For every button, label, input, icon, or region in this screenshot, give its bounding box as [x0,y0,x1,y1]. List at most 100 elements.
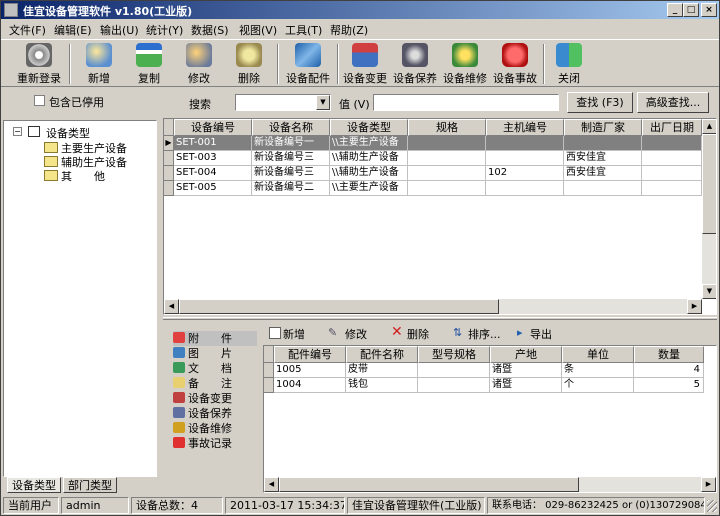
table-cell[interactable] [418,378,490,393]
table-cell[interactable]: 1005 [274,363,346,378]
table-cell[interactable]: 1004 [274,378,346,393]
search-field-select[interactable]: ▼ [235,94,331,111]
column-header[interactable]: 出厂日期 [642,119,702,136]
menu-stats[interactable]: 统计(Y) [146,22,183,38]
column-header[interactable]: 设备名称 [252,119,330,136]
table-cell[interactable]: 钱包 [346,378,418,393]
close-window-button[interactable]: × [701,3,717,17]
menu-tools[interactable]: 工具(T) [285,22,322,38]
scroll-down-icon[interactable]: ▼ [702,284,716,299]
column-header[interactable]: 配件名称 [346,346,418,363]
scroll-right-icon[interactable]: ▶ [701,477,716,492]
tab-department-type[interactable]: 部门类型 [63,477,117,493]
parts-edit-button[interactable]: 修改 [345,326,367,342]
list-item-accident[interactable]: 事故记录 [173,436,232,451]
close-button[interactable]: 关闭 [543,42,595,86]
column-header[interactable]: 设备编号 [174,119,252,136]
maintain-button[interactable]: 设备保养 [389,42,441,86]
horizontal-scrollbar[interactable]: ◀ ▶ [164,299,702,314]
table-cell[interactable] [408,166,486,181]
maximize-button[interactable]: □ [683,3,699,17]
table-cell[interactable] [642,166,702,181]
table-cell[interactable]: SET-003 [174,151,252,166]
table-cell[interactable]: 5 [634,378,704,393]
table-cell[interactable]: 诸暨 [490,363,562,378]
accident-button[interactable]: 设备事故 [489,42,541,86]
scroll-thumb[interactable] [702,134,716,234]
resize-grip-icon[interactable] [707,500,717,512]
table-cell[interactable]: \\辅助生产设备 [330,151,408,166]
parts-button[interactable]: 设备配件 [281,42,335,86]
menu-output[interactable]: 输出(U) [100,22,139,38]
table-cell[interactable]: 个 [562,378,634,393]
column-header[interactable]: 产地 [490,346,562,363]
tree-collapse-toggle[interactable]: − [13,127,22,136]
parts-export-button[interactable]: 导出 [530,326,552,342]
column-header[interactable]: 型号规格 [418,346,490,363]
menu-edit[interactable]: 编辑(E) [54,22,92,38]
table-cell[interactable]: SET-001 [174,136,252,151]
menu-data[interactable]: 数据(S) [191,22,229,38]
table-cell[interactable] [642,181,702,196]
table-cell[interactable]: \\主要生产设备 [330,181,408,196]
parts-delete-button[interactable]: 删除 [407,326,429,342]
table-cell[interactable] [408,151,486,166]
column-header[interactable]: 配件编号 [274,346,346,363]
table-cell[interactable] [418,363,490,378]
table-cell[interactable] [408,181,486,196]
column-header[interactable]: 规格 [408,119,486,136]
menu-help[interactable]: 帮助(Z) [330,22,368,38]
minimize-button[interactable]: _ [667,3,683,17]
table-cell[interactable] [564,136,642,151]
table-cell[interactable]: SET-005 [174,181,252,196]
column-header[interactable]: 主机编号 [486,119,564,136]
parts-add-button[interactable]: 新增 [283,326,305,342]
vertical-scrollbar[interactable]: ▲ ▼ [702,119,716,299]
table-cell[interactable]: 新设备编号二 [252,181,330,196]
scroll-left-icon[interactable]: ◀ [164,299,179,314]
list-item-document[interactable]: 文 档 [173,361,232,376]
table-cell[interactable] [642,151,702,166]
tree-item-other[interactable]: 其 他 [44,168,105,184]
scroll-up-icon[interactable]: ▲ [702,119,716,134]
scroll-left-icon[interactable]: ◀ [264,477,279,492]
menu-view[interactable]: 视图(V) [239,22,277,38]
table-cell[interactable] [486,151,564,166]
table-cell[interactable]: 102 [486,166,564,181]
list-item-picture[interactable]: 图 片 [173,346,232,361]
scroll-thumb[interactable] [279,477,579,492]
list-item-change[interactable]: 设备变更 [173,391,232,406]
table-cell[interactable]: \\主要生产设备 [330,136,408,151]
column-header[interactable]: 单位 [562,346,634,363]
scroll-right-icon[interactable]: ▶ [687,299,702,314]
search-value-input[interactable] [373,94,559,111]
column-header[interactable]: 数量 [634,346,704,363]
copy-button[interactable]: 复制 [123,42,175,86]
table-cell[interactable]: 皮带 [346,363,418,378]
relogin-button[interactable]: 重新登录 [11,42,67,86]
scroll-thumb[interactable] [179,299,499,314]
list-item-repair[interactable]: 设备维修 [173,421,232,436]
column-header[interactable]: 制造厂家 [564,119,642,136]
table-cell[interactable]: 新设备编号三 [252,166,330,181]
change-button[interactable]: 设备变更 [339,42,391,86]
parts-sort-button[interactable]: 排序... [468,326,501,342]
splitter[interactable] [163,317,717,320]
table-cell[interactable] [408,136,486,151]
table-cell[interactable] [642,136,702,151]
menu-file[interactable]: 文件(F) [9,22,46,38]
table-cell[interactable]: 新设备编号三 [252,151,330,166]
include-disabled-checkbox[interactable] [34,95,45,106]
delete-button[interactable]: 删除 [223,42,275,86]
table-cell[interactable] [564,181,642,196]
horizontal-scrollbar[interactable]: ◀ ▶ [264,477,716,492]
table-cell[interactable]: 西安佳宜 [564,151,642,166]
table-cell[interactable]: SET-004 [174,166,252,181]
column-header[interactable]: 设备类型 [330,119,408,136]
table-cell[interactable]: 条 [562,363,634,378]
tab-equipment-type[interactable]: 设备类型 [7,477,61,493]
advanced-find-button[interactable]: 高级查找... [637,92,709,113]
edit-button[interactable]: 修改 [173,42,225,86]
table-cell[interactable]: \\辅助生产设备 [330,166,408,181]
table-cell[interactable] [486,181,564,196]
